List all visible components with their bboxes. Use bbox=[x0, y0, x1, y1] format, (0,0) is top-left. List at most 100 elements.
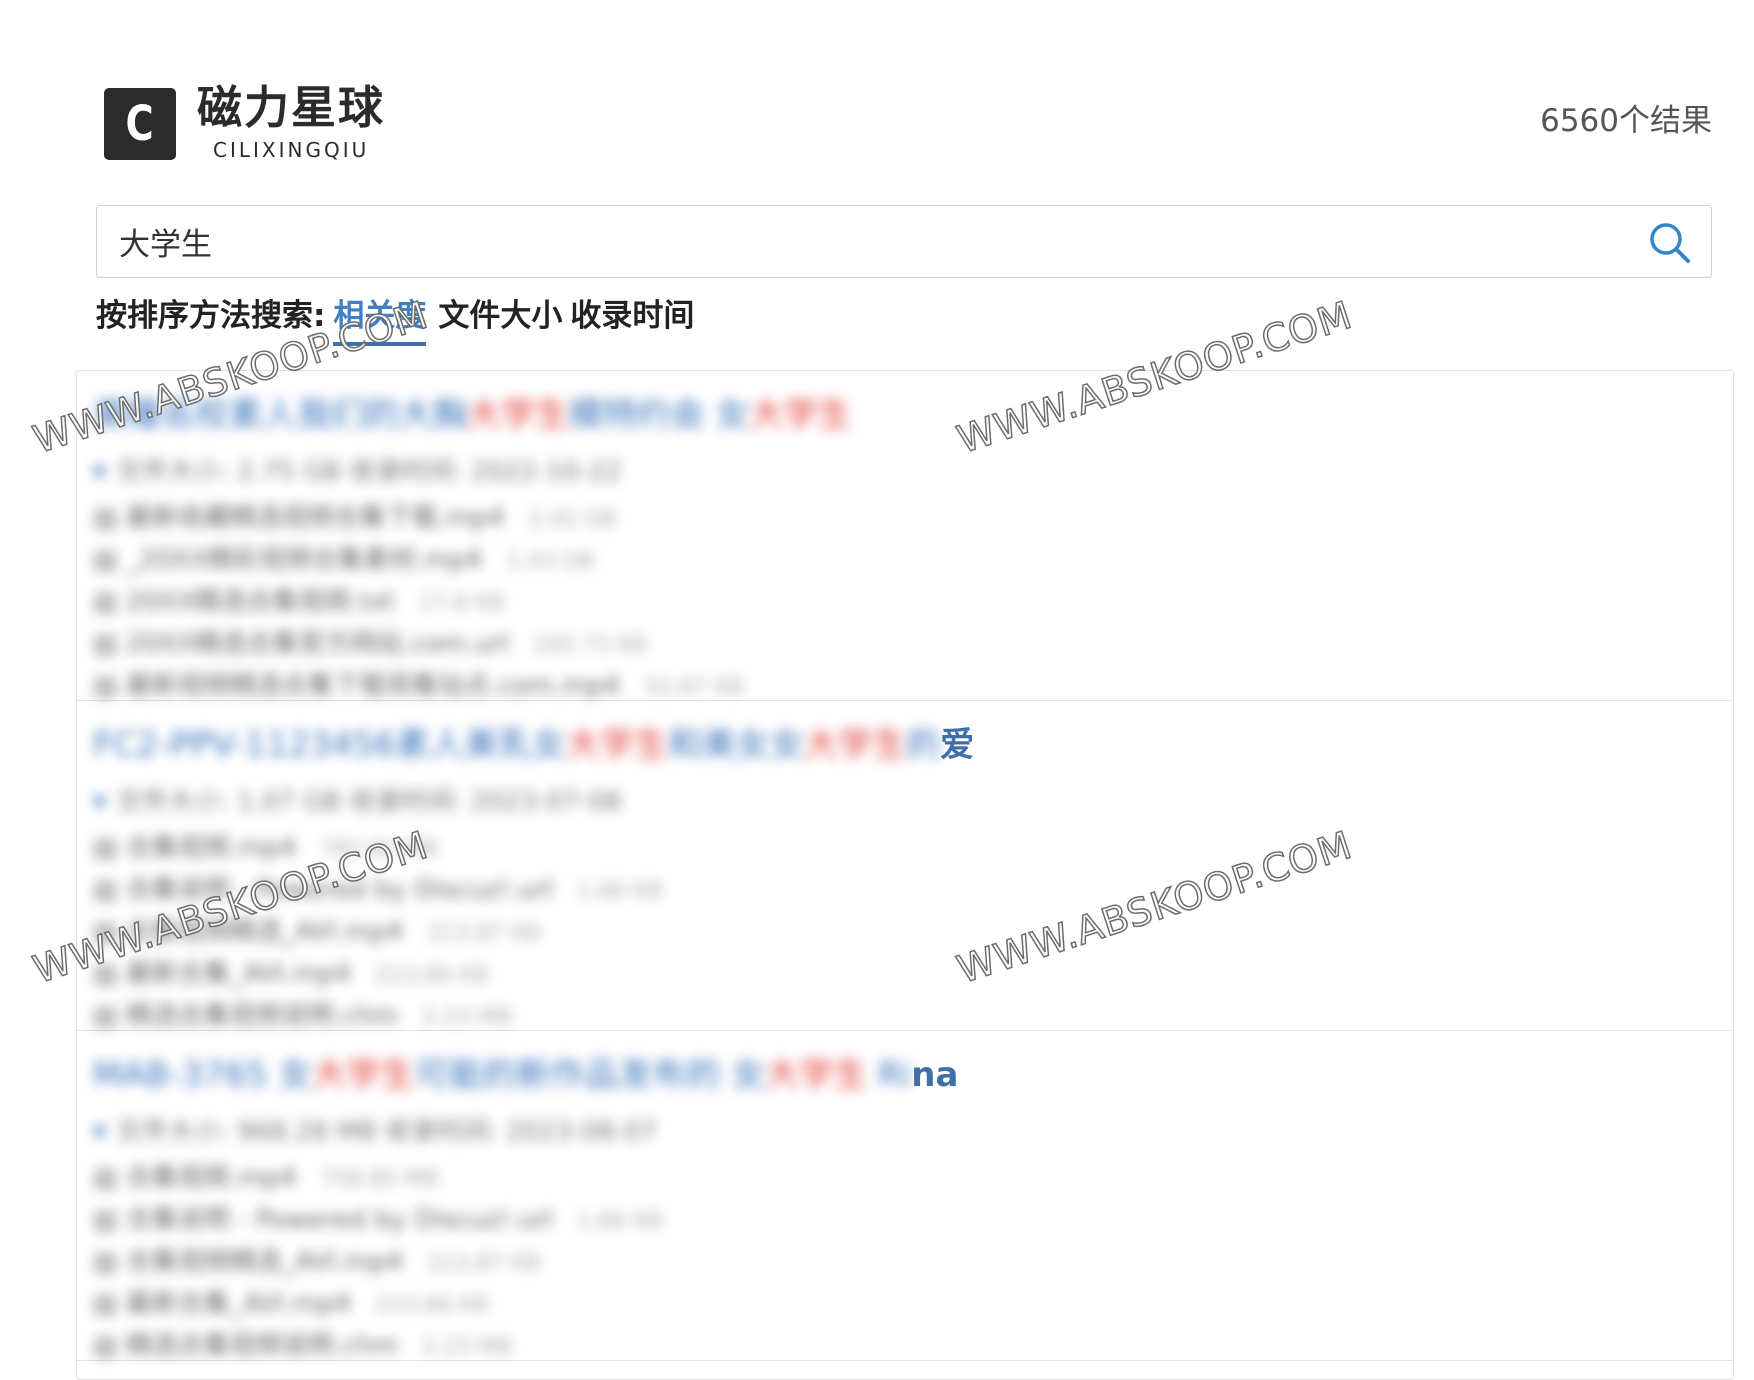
result-meta: ▾ 文件大小: 1.07 GB 收录时间: 2023-07-08 bbox=[93, 785, 622, 819]
sort-bar: 按排序方法搜索: 相关度 文件大小 收录时间 bbox=[96, 296, 702, 346]
keyword-highlight: 大学生 bbox=[312, 1055, 415, 1095]
file-size: 1.43 GB bbox=[506, 549, 595, 574]
file-name: 精选合集视频说明.chm bbox=[125, 1001, 399, 1031]
search-button[interactable] bbox=[1647, 220, 1693, 266]
file-icon: ▤ bbox=[93, 833, 126, 863]
file-size: 52.67 KB bbox=[644, 675, 744, 700]
file-icon: ▤ bbox=[93, 1163, 126, 1193]
file-icon: ▤ bbox=[93, 1247, 126, 1277]
site-name[interactable]: 磁力星球 bbox=[197, 85, 385, 130]
file-row: ▤ 合集视频.mp4 758.85 MB bbox=[93, 1157, 663, 1199]
file-row: ▤ 最新合集_AVI.mp4 213.86 KB bbox=[93, 1283, 663, 1325]
result-meta-text: 文件大小: 2.75 GB 收录时间: 2022-10-22 bbox=[116, 457, 622, 487]
result-meta: ▾ 文件大小: 968.28 MB 收录时间: 2023-08-07 bbox=[93, 1115, 657, 1149]
file-row: ▤ 合集说明 - Powered by Discuz!.url 1.66 KB bbox=[93, 869, 663, 911]
file-size: 17.8 KB bbox=[418, 591, 505, 616]
file-icon: ▤ bbox=[93, 959, 126, 989]
file-name: 20XX精选合集视频.txt bbox=[125, 587, 395, 617]
file-row: ▤ 合集视频精选_AVI.mp4 213.87 KB bbox=[93, 1241, 663, 1283]
file-size: 213.87 KB bbox=[427, 921, 541, 946]
file-row: ▤ 精选合集视频说明.chm 2.23 MB bbox=[93, 1325, 663, 1367]
file-size: 758.85 MB bbox=[320, 1167, 439, 1192]
magnet-icon: ▾ bbox=[93, 457, 107, 487]
title-segment: 模特约会 女 bbox=[569, 395, 750, 435]
sort-option-file-size[interactable]: 文件大小 bbox=[438, 296, 562, 336]
keyword-highlight: 大学生 bbox=[804, 725, 907, 765]
file-list: ▤ 最新收藏精选视频合集下载.mp4 2.42 GB ▤ _20XX精彩视频合集素材… bbox=[93, 497, 744, 707]
keyword-highlight: 大学生 bbox=[765, 1055, 868, 1095]
file-name: 合集说明 - Powered by Discuz!.url bbox=[125, 1205, 554, 1235]
file-size: 1.66 KB bbox=[577, 1209, 663, 1234]
search-input[interactable] bbox=[119, 206, 1569, 276]
file-row: ▤ 20XX精选合集视频.txt 17.8 KB bbox=[93, 581, 744, 623]
file-size: 213.86 KB bbox=[375, 1293, 489, 1318]
file-row: ▤ 合集视频精选_AVI.mp4 213.87 KB bbox=[93, 911, 663, 953]
sort-option-date-added[interactable]: 收录时间 bbox=[570, 296, 694, 336]
file-icon: ▤ bbox=[93, 1289, 126, 1319]
title-segment: 和美女女 bbox=[668, 725, 805, 765]
result-meta: ▾ 文件大小: 2.75 GB 收录时间: 2022-10-22 bbox=[93, 455, 622, 489]
file-icon: ▤ bbox=[93, 875, 126, 905]
file-size: 213.87 KB bbox=[427, 1251, 541, 1276]
logo-letter: C bbox=[125, 96, 155, 152]
file-name: 合集视频.mp4 bbox=[125, 1163, 297, 1193]
sort-label: 按排序方法搜索: bbox=[96, 298, 326, 334]
result-meta-text: 文件大小: 1.07 GB 收录时间: 2023-07-08 bbox=[116, 787, 622, 817]
file-name: 最新合集_AVI.mp4 bbox=[125, 959, 352, 989]
title-segment: FC2-PPV-1123456素人美乳女 bbox=[93, 725, 567, 765]
file-row: ▤ 最新合集_AVI.mp4 213.86 KB bbox=[93, 953, 663, 995]
result-title-link[interactable]: MAB-3765 女大学生可能的新作品发布的 女大学生 Rina bbox=[93, 1053, 958, 1097]
file-size: 2.42 GB bbox=[528, 507, 617, 532]
result-item: 美瞳名校素人我们的大胸大学生模特约会 女大学生 ▾ 文件大小: 2.75 GB 收录… bbox=[77, 371, 1733, 701]
file-name: 最新合集_AVI.mp4 bbox=[125, 1289, 352, 1319]
file-name: 合集视频精选_AVI.mp4 bbox=[125, 917, 404, 947]
title-segment: 的 bbox=[906, 725, 941, 765]
title-segment: MAB-3765 女 bbox=[93, 1055, 313, 1095]
result-item: FC2-PPV-1123456素人美乳女大学生和美女女大学生的爱 ▾ 文件大小: 1… bbox=[77, 701, 1733, 1031]
magnet-icon: ▾ bbox=[93, 787, 107, 817]
file-name: 最新视频精选合集下载观看站点.com.mp4 bbox=[125, 671, 621, 701]
title-segment: 爱 bbox=[940, 725, 975, 765]
file-name: 合集视频精选_AVI.mp4 bbox=[125, 1247, 404, 1277]
results-list: 美瞳名校素人我们的大胸大学生模特约会 女大学生 ▾ 文件大小: 2.75 GB 收录… bbox=[76, 370, 1734, 1380]
result-meta-text: 文件大小: 968.28 MB 收录时间: 2023-08-07 bbox=[116, 1117, 657, 1147]
result-title-link[interactable]: FC2-PPV-1123456素人美乳女大学生和美女女大学生的爱 bbox=[93, 723, 974, 767]
file-size: 2.23 MB bbox=[422, 1335, 513, 1360]
keyword-highlight: 大学生 bbox=[566, 725, 669, 765]
logo-icon[interactable]: C bbox=[104, 88, 176, 160]
file-icon: ▤ bbox=[93, 1001, 126, 1031]
site-name-en: CILIXINGQIU bbox=[213, 138, 370, 162]
title-segment: na bbox=[911, 1055, 959, 1095]
file-name: _20XX精彩视频合集素材.mp4 bbox=[125, 545, 483, 575]
file-name: 20XX精选合集官方网站.com.url bbox=[125, 629, 510, 659]
search-icon bbox=[1650, 223, 1690, 263]
keyword-highlight: 大学生 bbox=[467, 395, 569, 435]
result-title-link[interactable]: 美瞳名校素人我们的大胸大学生模特约会 女大学生 bbox=[93, 393, 852, 437]
title-segment: 美瞳名校素人我们的大胸 bbox=[93, 395, 467, 435]
file-name: 精选合集视频说明.chm bbox=[125, 1331, 399, 1361]
result-count: 6560个结果 bbox=[1540, 103, 1712, 139]
keyword-highlight: 大学生 bbox=[749, 395, 852, 435]
file-icon: ▤ bbox=[93, 917, 126, 947]
file-row: ▤ 合集视频.mp4 783.82 MB bbox=[93, 827, 663, 869]
sort-option-relevance[interactable]: 相关度 bbox=[333, 296, 427, 346]
title-segment: Ri bbox=[867, 1055, 912, 1095]
file-size: 245.73 KB bbox=[533, 633, 647, 658]
file-size: 213.86 KB bbox=[375, 963, 489, 988]
file-row: ▤ _20XX精彩视频合集素材.mp4 1.43 GB bbox=[93, 539, 744, 581]
file-icon: ▤ bbox=[93, 545, 126, 575]
result-item: MAB-3765 女大学生可能的新作品发布的 女大学生 Rina ▾ 文件大小: 9… bbox=[77, 1031, 1733, 1361]
file-icon: ▤ bbox=[93, 629, 126, 659]
file-size: 2.23 MB bbox=[422, 1005, 513, 1030]
file-name: 最新收藏精选视频合集下载.mp4 bbox=[125, 503, 505, 533]
file-list: ▤ 合集视频.mp4 758.85 MB ▤ 合集说明 - Powered by D… bbox=[93, 1157, 663, 1367]
search-bar bbox=[96, 205, 1712, 278]
file-icon: ▤ bbox=[93, 587, 126, 617]
title-segment: 可能的新作品发布的 女 bbox=[414, 1055, 766, 1095]
magnet-icon: ▾ bbox=[93, 1117, 107, 1147]
file-icon: ▤ bbox=[93, 671, 126, 701]
file-icon: ▤ bbox=[93, 1205, 126, 1235]
file-size: 783.82 MB bbox=[320, 837, 439, 862]
file-list: ▤ 合集视频.mp4 783.82 MB ▤ 合集说明 - Powered by D… bbox=[93, 827, 663, 1037]
file-icon: ▤ bbox=[93, 1331, 126, 1361]
